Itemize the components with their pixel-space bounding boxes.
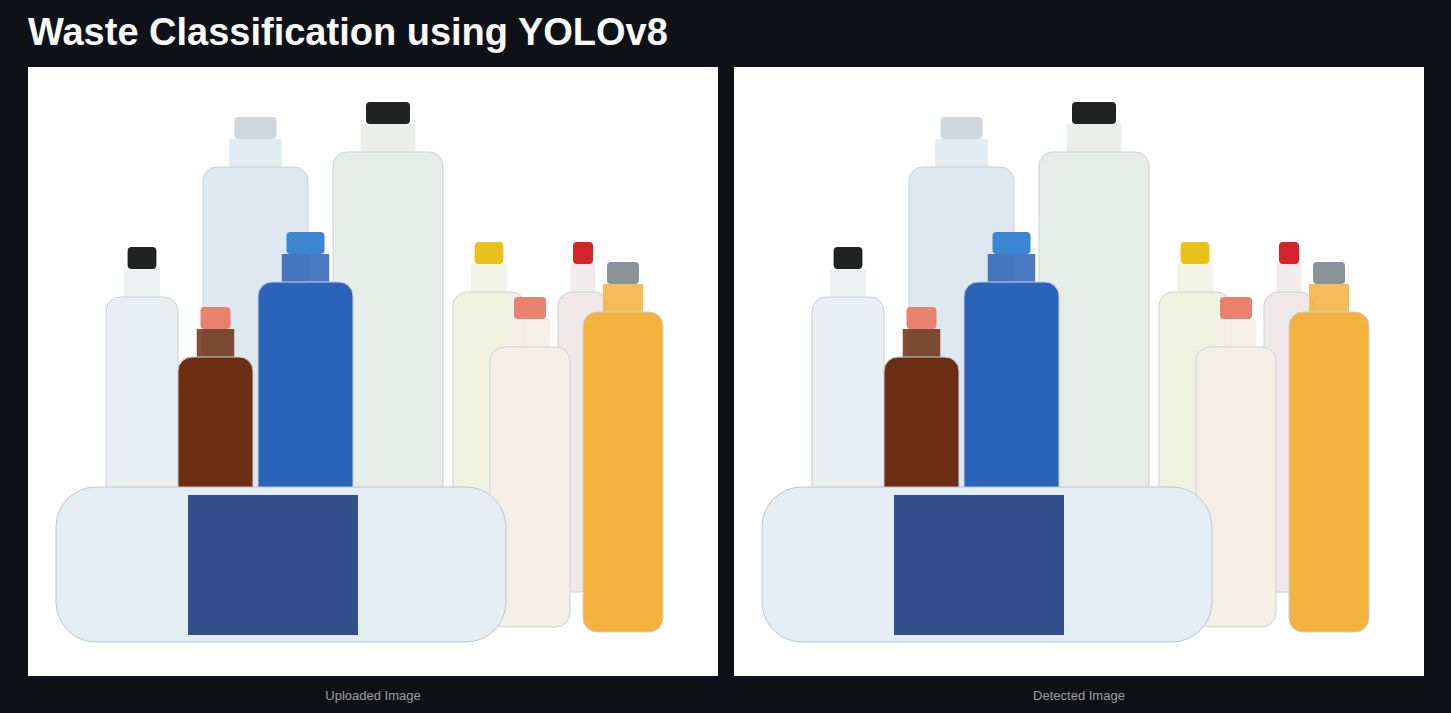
bottles-photo-icon	[28, 67, 718, 676]
image-panel	[734, 67, 1424, 676]
image-caption: Uploaded Image	[28, 687, 718, 705]
image-row: Uploaded Image Detected Image	[28, 67, 1424, 705]
page-title: Waste Classification using YOLOv8	[28, 6, 1424, 67]
bottles-photo-icon	[734, 67, 1424, 676]
image-caption: Detected Image	[734, 687, 1424, 705]
image-panel	[28, 67, 718, 676]
app-page: Waste Classification using YOLOv8Uploade…	[0, 0, 1451, 713]
image-figure: Uploaded Image	[28, 67, 718, 705]
image-figure: Detected Image	[734, 67, 1424, 705]
